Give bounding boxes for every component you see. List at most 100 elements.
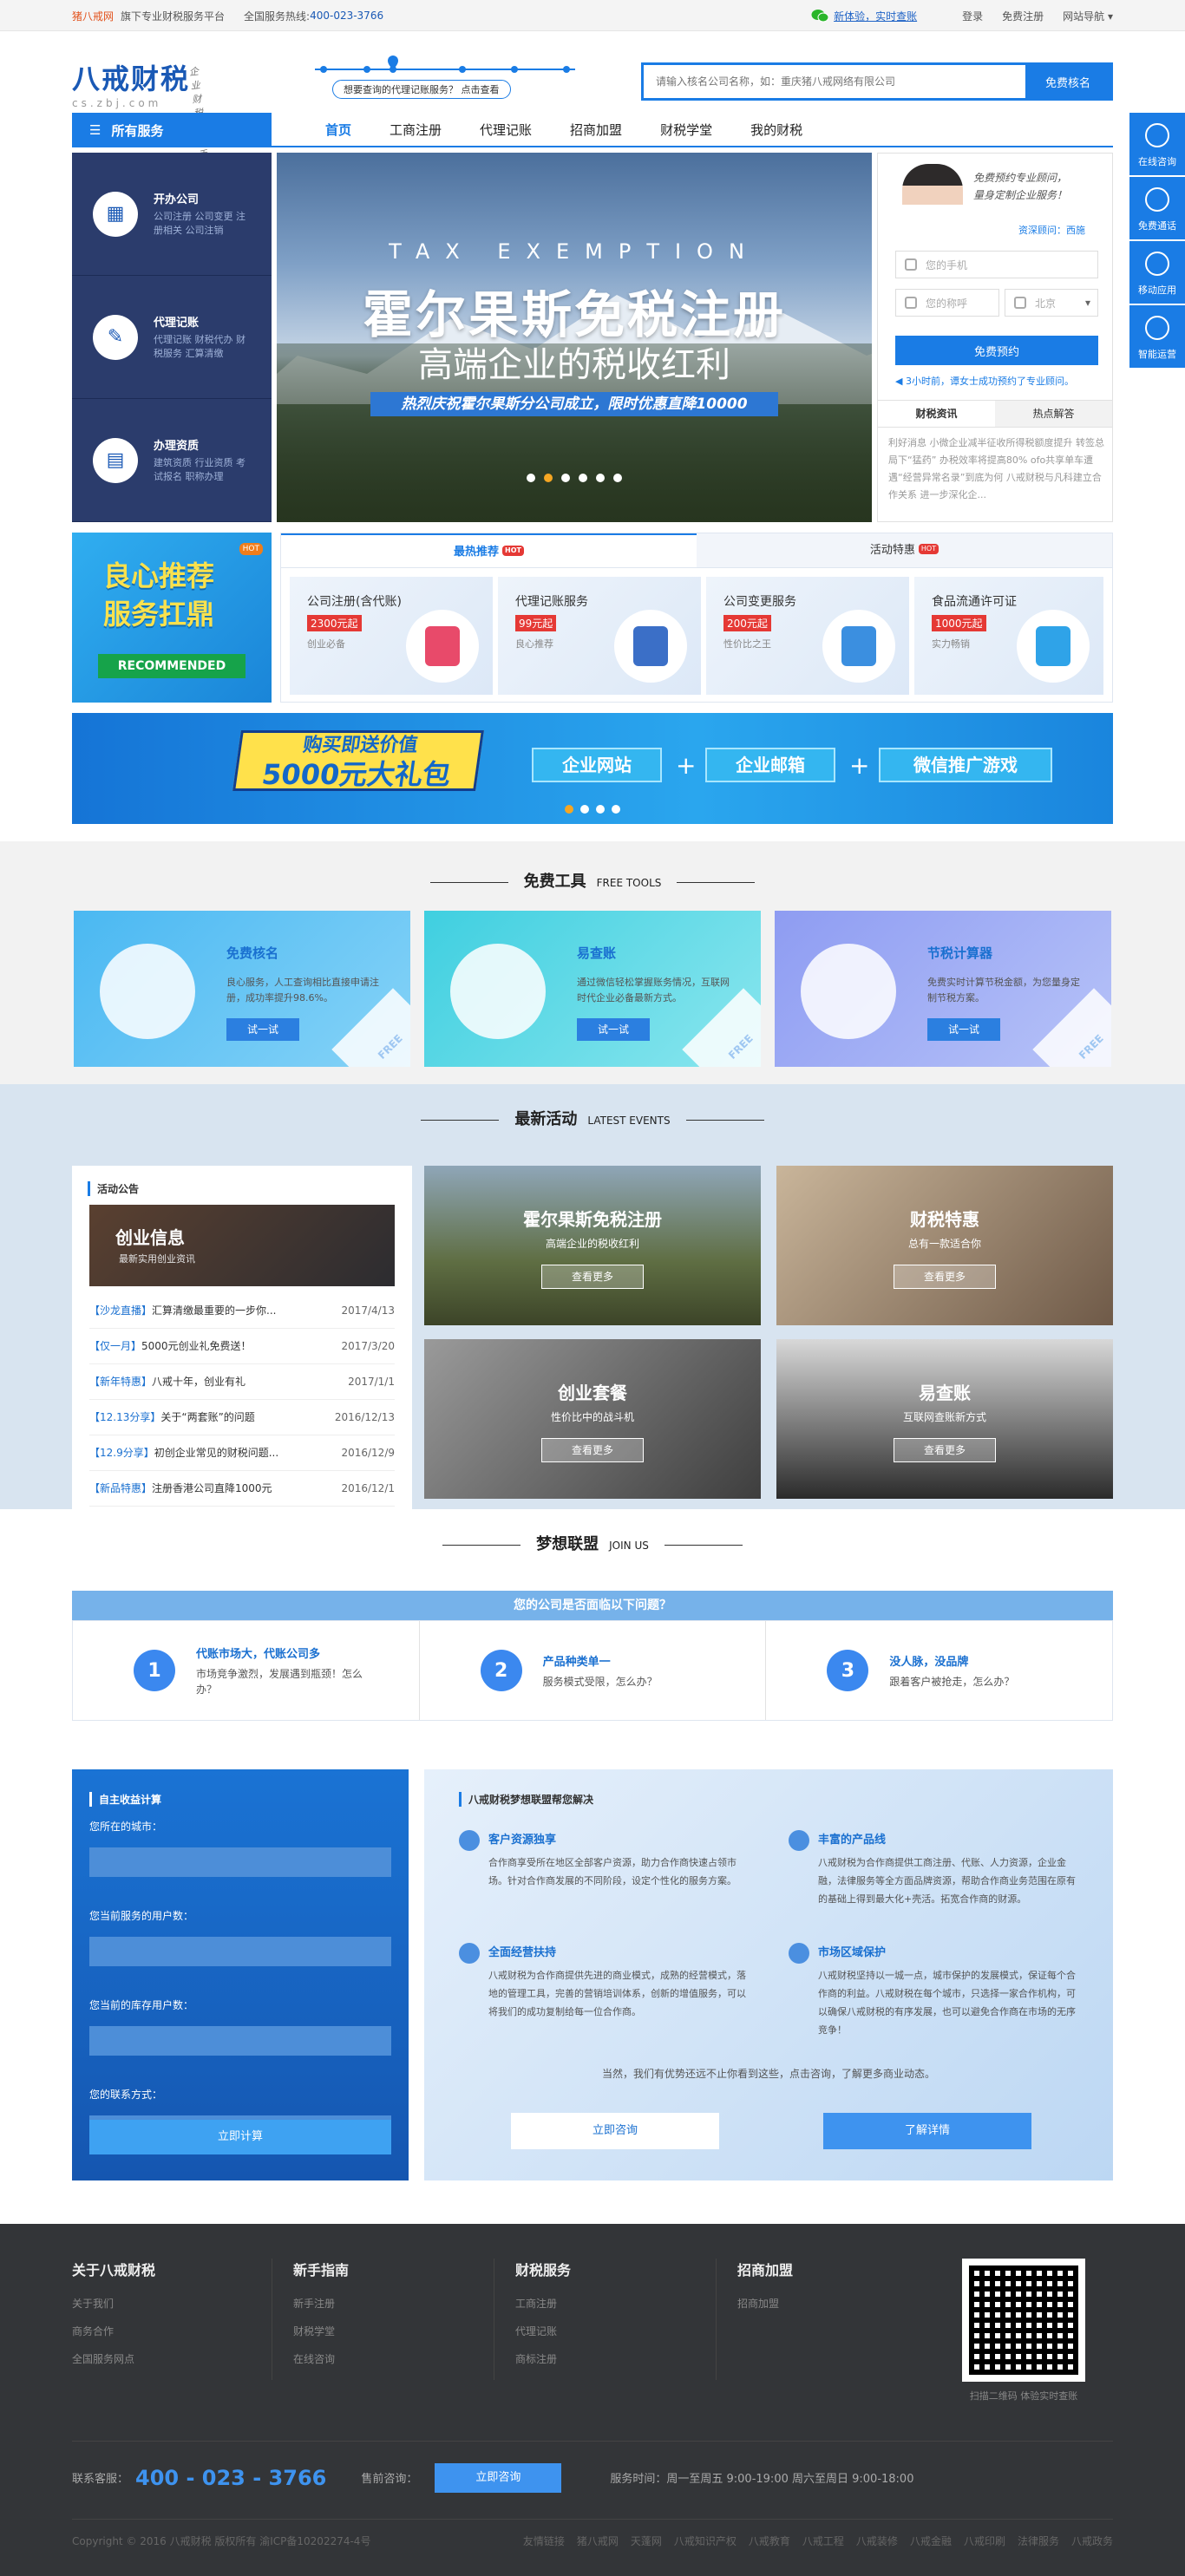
carousel-dot[interactable] <box>527 474 535 482</box>
service-card-food-license[interactable]: 食品流通许可证 1000元起 实力畅销 <box>914 577 1103 695</box>
more-button[interactable]: 查看更多 <box>541 1265 644 1289</box>
nav-item-franchise[interactable]: 招商加盟 <box>551 113 641 147</box>
name-field[interactable]: 您的称呼 <box>895 289 999 317</box>
search-box: 免费核名 <box>641 62 1113 101</box>
tab-tax-news[interactable]: 财税资讯 <box>878 401 995 427</box>
tab-deals[interactable]: 活动特惠 HOT <box>697 533 1112 567</box>
learn-more-button[interactable]: 了解详情 <box>823 2113 1031 2149</box>
category-company-setup[interactable]: ▦ 开办公司 公司注册 公司变更 注册相关 公司注销 <box>72 153 272 276</box>
online-consult-button[interactable]: 在线咨询 <box>1129 113 1185 175</box>
register-link[interactable]: 免费注册 <box>1002 9 1044 23</box>
carousel-dot-active[interactable] <box>544 474 553 482</box>
event-card-ledger[interactable]: 易查账 互联网查账新方式 查看更多 <box>776 1339 1113 1499</box>
footer-link[interactable]: 在线咨询 <box>293 2345 480 2373</box>
friend-link[interactable]: 猪八戒网 <box>577 2534 619 2548</box>
recommend-banner[interactable]: HOT 良心推荐 服务扛鼎 RECOMMENDED <box>72 533 272 703</box>
footer-link[interactable]: 招商加盟 <box>737 2290 924 2318</box>
city-field[interactable] <box>89 1847 391 1877</box>
news-list[interactable]: 利好消息 小微企业减半征收所得税额度提升 转签总局下“猛药” 办税效率将提高80… <box>888 435 1105 504</box>
carousel-dot[interactable] <box>561 474 570 482</box>
footer-link[interactable]: 全国服务网点 <box>72 2345 280 2373</box>
logo[interactable]: 八戒财税 cs.zbj.com 企业财税好帮手 <box>72 57 208 160</box>
carousel-dot[interactable] <box>596 805 605 814</box>
login-link[interactable]: 登录 <box>962 9 983 23</box>
promo-banner[interactable]: 购买即送价值 5000元大礼包 企业网站 + 企业邮箱 + 微信推广游戏 <box>72 713 1113 824</box>
event-card-tax-deals[interactable]: 财税特惠 总有一款适合你 查看更多 <box>776 1166 1113 1325</box>
tool-card-name-check[interactable]: 免费核名 良心服务，人工查询相比直接申请注册，成功率提升98.6%。 试一试 FR… <box>74 911 410 1067</box>
carousel-dot[interactable] <box>580 805 589 814</box>
event-card-tax-free[interactable]: 霍尔果斯免税注册 高端企业的税收红利 查看更多 <box>424 1166 761 1325</box>
list-item[interactable]: 【新品特惠】 注册香港公司直降1000元 2016/12/1 <box>89 1471 395 1507</box>
startup-info-image[interactable]: 创业信息 最新实用创业资讯 <box>89 1205 395 1286</box>
nav-item-registration[interactable]: 工商注册 <box>370 113 461 147</box>
friend-link[interactable]: 八戒装修 <box>856 2534 898 2548</box>
more-button[interactable]: 查看更多 <box>894 1265 996 1289</box>
city-select[interactable]: 北京 ▾ <box>1005 289 1098 317</box>
tool-card-ledger-check[interactable]: 易查账 通过微信轻松掌握账务情况，互联网时代企业必备最新方式。 试一试 FREE <box>424 911 761 1067</box>
list-item[interactable]: 【12.9分享】 初创企业常见的财税问题... 2016/12/9 <box>89 1435 395 1471</box>
service-card-registration[interactable]: 公司注册(含代账) 2300元起 创业必备 <box>290 577 493 695</box>
wechat-link[interactable]: 新体验，实时查账 <box>811 9 917 23</box>
service-card-change[interactable]: 公司变更服务 200元起 性价比之王 <box>706 577 909 695</box>
carousel-dot[interactable] <box>613 474 622 482</box>
footer-consult-button[interactable]: 立即咨询 <box>435 2462 562 2493</box>
site-nav-link[interactable]: 网站导航 ▾ <box>1063 9 1113 23</box>
event-card-startup-package[interactable]: 创业套餐 性价比中的战斗机 查看更多 <box>424 1339 761 1499</box>
footer-link[interactable]: 新手注册 <box>293 2290 480 2318</box>
search-input[interactable] <box>644 65 1025 98</box>
carousel-dot[interactable] <box>579 474 587 482</box>
nav-item-home[interactable]: 首页 <box>306 113 370 147</box>
mobile-app-button[interactable]: 移动应用 <box>1129 241 1185 304</box>
footer-link[interactable]: 关于我们 <box>72 2290 280 2318</box>
more-button[interactable]: 查看更多 <box>541 1438 644 1462</box>
category-qualification[interactable]: ▤ 办理资质 建筑资质 行业资质 考试报名 职称办理 <box>72 399 272 522</box>
hero-banner[interactable]: TAX EXEMPTION 霍尔果斯免税注册 高端企业的税收红利 热烈庆祝霍尔果… <box>277 153 872 522</box>
carousel-dot[interactable] <box>596 474 605 482</box>
book-button[interactable]: 免费预约 <box>895 336 1098 365</box>
users-field[interactable] <box>89 1937 391 1966</box>
category-bookkeeping[interactable]: ✎ 代理记账 代理记账 财税代办 财税服务 汇算清缴 <box>72 276 272 399</box>
friend-link[interactable]: 天蓬网 <box>631 2534 662 2548</box>
tab-hottest[interactable]: 最热推荐 HOT <box>281 533 697 567</box>
list-item[interactable]: 【仅一月】 5000元创业礼免费送！ 2017/3/20 <box>89 1329 395 1364</box>
tool-card-tax-calculator[interactable]: 节税计算器 免费实时计算节税金额，为您量身定制节税方案。 试一试 FREE <box>775 911 1111 1067</box>
try-button[interactable]: 试一试 <box>577 1018 650 1041</box>
list-item[interactable]: 【新年特惠】 八戒十年，创业有礼 2017/1/1 <box>89 1364 395 1400</box>
nav-item-academy[interactable]: 财税学堂 <box>641 113 731 147</box>
all-services-label: 所有服务 <box>111 122 164 139</box>
progress-guide[interactable]: 想要查询的代理记账服务？ 点击查看 <box>315 54 575 106</box>
carousel-dot-active[interactable] <box>565 805 573 814</box>
free-call-button[interactable]: 免费通话 <box>1129 177 1185 239</box>
footer-link[interactable]: 商标注册 <box>515 2345 702 2373</box>
friend-link[interactable]: 八戒印刷 <box>964 2534 1005 2548</box>
service-card-bookkeeping[interactable]: 代理记账服务 99元起 良心推荐 <box>498 577 701 695</box>
footer-link[interactable]: 代理记账 <box>515 2318 702 2345</box>
list-item[interactable]: 【12.13分享】 关于“两套账”的问题 2016/12/13 <box>89 1400 395 1435</box>
smart-ops-button[interactable]: 智能运营 <box>1129 305 1185 368</box>
calculate-button[interactable]: 立即计算 <box>89 2120 391 2154</box>
globe-icon <box>459 1830 480 1851</box>
nav-item-my-tax[interactable]: 我的财税 <box>731 113 822 147</box>
carousel-dot[interactable] <box>612 805 620 814</box>
friend-link[interactable]: 八戒政务 <box>1071 2534 1113 2548</box>
footer-link[interactable]: 商务合作 <box>72 2318 280 2345</box>
search-button[interactable]: 免费核名 <box>1025 65 1110 98</box>
footer-link[interactable]: 工商注册 <box>515 2290 702 2318</box>
try-button[interactable]: 试一试 <box>226 1018 299 1041</box>
consult-now-button[interactable]: 立即咨询 <box>511 2113 719 2149</box>
tab-hot-answers[interactable]: 热点解答 <box>995 401 1112 427</box>
stock-field[interactable] <box>89 2026 391 2056</box>
nav-item-bookkeeping[interactable]: 代理记账 <box>461 113 551 147</box>
friend-link[interactable]: 八戒金融 <box>910 2534 952 2548</box>
list-item[interactable]: 【沙龙直播】 汇算清缴最重要的一步你... 2017/4/13 <box>89 1293 395 1329</box>
friend-link[interactable]: 法律服务 <box>1018 2534 1059 2548</box>
try-button[interactable]: 试一试 <box>927 1018 1000 1041</box>
phone-field[interactable]: 您的手机 <box>895 251 1098 278</box>
friend-link[interactable]: 八戒工程 <box>802 2534 844 2548</box>
all-services-button[interactable]: ☰ 所有服务 <box>72 113 272 147</box>
brand-link[interactable]: 猪八戒网 <box>72 9 114 23</box>
more-button[interactable]: 查看更多 <box>894 1438 996 1462</box>
friend-link[interactable]: 八戒知识产权 <box>674 2534 737 2548</box>
footer-link[interactable]: 财税学堂 <box>293 2318 480 2345</box>
friend-link[interactable]: 八戒教育 <box>749 2534 790 2548</box>
